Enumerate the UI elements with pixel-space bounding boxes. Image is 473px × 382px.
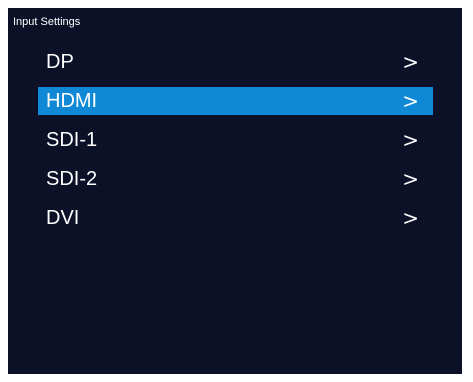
menu-item-sdi-1[interactable]: SDI-1 > [38, 126, 433, 154]
menu-item-label: HDMI [46, 90, 98, 112]
menu-item-label: SDI-2 [46, 168, 98, 190]
chevron-right-icon: > [402, 89, 419, 113]
menu-item-label: SDI-1 [46, 129, 98, 151]
menu-item-dp[interactable]: DP > [38, 48, 433, 76]
menu-item-label: DVI [46, 207, 80, 229]
chevron-right-icon: > [402, 206, 419, 230]
chevron-right-icon: > [402, 128, 419, 152]
menu-item-sdi-2[interactable]: SDI-2 > [38, 165, 433, 193]
menu-item-dvi[interactable]: DVI > [38, 204, 433, 232]
chevron-right-icon: > [402, 50, 419, 74]
menu-item-label: DP [46, 51, 74, 73]
osd-screen: Input Settings DP > HDMI > SDI-1 > SDI-2… [8, 8, 462, 374]
page-title: Input Settings [13, 16, 81, 28]
chevron-right-icon: > [402, 167, 419, 191]
menu-item-hdmi[interactable]: HDMI > [38, 87, 433, 115]
input-menu: DP > HDMI > SDI-1 > SDI-2 > DVI > [38, 48, 433, 243]
